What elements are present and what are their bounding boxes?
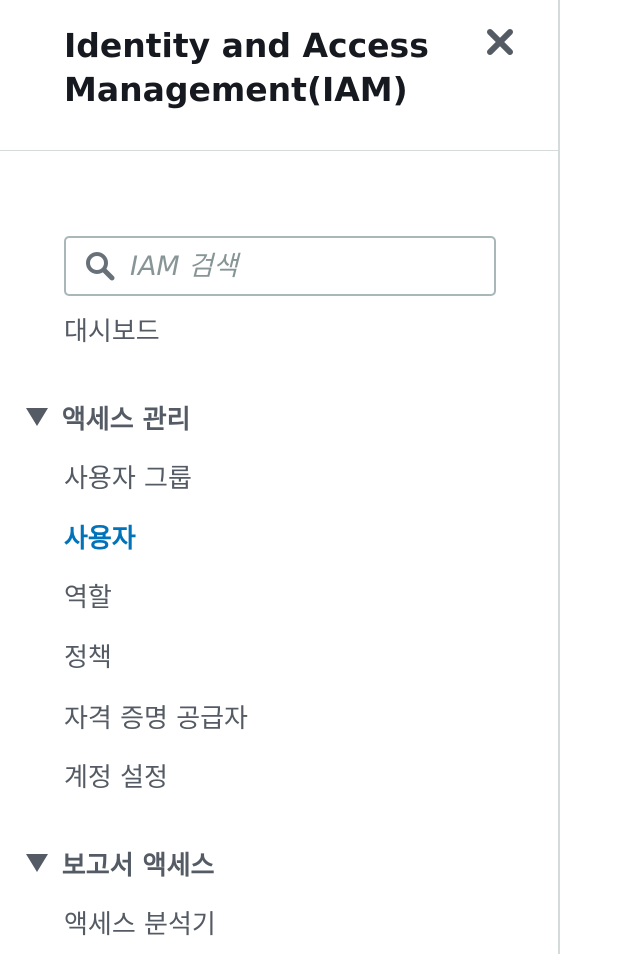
search-input[interactable] bbox=[130, 238, 486, 294]
section-label: 액세스 관리 bbox=[62, 404, 191, 435]
close-icon bbox=[487, 29, 513, 55]
section-access-management[interactable]: 액세스 관리 bbox=[26, 399, 191, 435]
nav-item-identity-providers[interactable]: 자격 증명 공급자 bbox=[64, 701, 248, 737]
search-icon bbox=[86, 252, 115, 281]
caret-down-icon bbox=[26, 854, 48, 872]
nav-item-account-settings[interactable]: 계정 설정 bbox=[64, 760, 168, 796]
close-button[interactable] bbox=[482, 24, 518, 60]
nav-item-roles[interactable]: 역할 bbox=[64, 580, 112, 616]
nav-item-policies[interactable]: 정책 bbox=[64, 640, 112, 676]
nav-item-users[interactable]: 사용자 bbox=[64, 521, 136, 557]
nav-item-dashboard[interactable]: 대시보드 bbox=[64, 314, 160, 350]
navigation-panel: Identity and Access Management(IAM) 대시보드… bbox=[0, 0, 560, 954]
caret-down-icon bbox=[26, 408, 48, 426]
nav-item-user-groups[interactable]: 사용자 그룹 bbox=[64, 461, 192, 497]
service-title: Identity and Access Management(IAM) bbox=[64, 26, 429, 109]
section-access-reports[interactable]: 보고서 액세스 bbox=[26, 845, 215, 881]
section-label: 보고서 액세스 bbox=[62, 850, 215, 881]
panel-header: Identity and Access Management(IAM) bbox=[0, 0, 560, 151]
nav-item-access-analyzer[interactable]: 액세스 분석기 bbox=[64, 907, 216, 943]
search-field[interactable] bbox=[64, 236, 496, 296]
